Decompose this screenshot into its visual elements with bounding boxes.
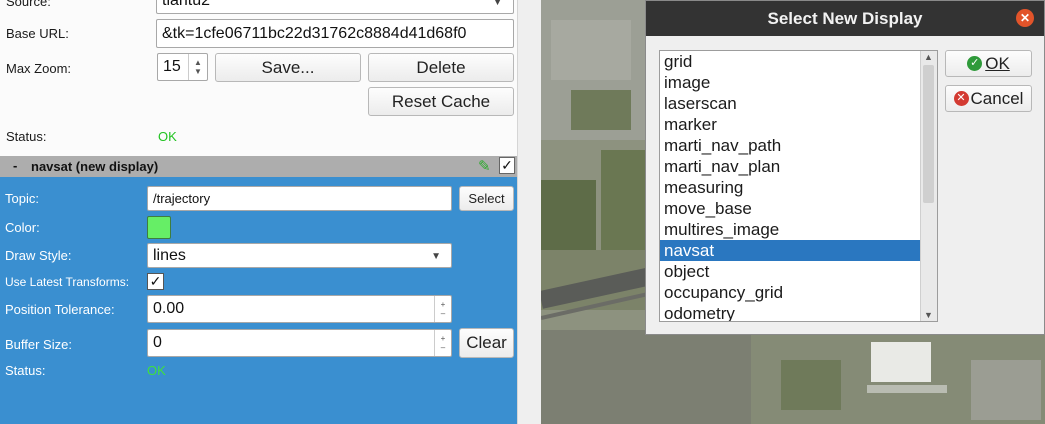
list-item[interactable]: laserscan [660, 93, 922, 114]
color-label: Color: [5, 220, 40, 235]
splitter[interactable] [517, 0, 542, 424]
ok-label: OK [985, 53, 1010, 73]
list-item[interactable]: object [660, 261, 922, 282]
check-icon: ✓ [967, 56, 983, 71]
scroll-down-icon[interactable]: ▼ [924, 310, 933, 320]
display-type-list[interactable]: grid image laserscan marker marti_nav_pa… [659, 50, 938, 322]
chevron-down-icon: ▼ [431, 251, 441, 262]
source-value: tiantu2 [162, 0, 211, 9]
clear-button[interactable]: Clear [459, 328, 514, 358]
list-item[interactable]: grid [660, 51, 922, 72]
list-scrollbar[interactable]: ▲ ▼ [920, 51, 937, 321]
navsat-header-title: navsat (new display) [31, 159, 159, 174]
list-item[interactable]: move_base [660, 198, 922, 219]
dialog-title-bar[interactable]: Select New Display ✕ [646, 1, 1044, 36]
draw-style-dropdown[interactable]: lines ▼ [147, 243, 452, 268]
scrollbar-thumb[interactable] [923, 65, 934, 203]
base-url-label: Base URL: [6, 26, 69, 41]
max-zoom-spinbox[interactable]: 15 ▲ ▼ [157, 53, 208, 81]
spin-arrows-icon[interactable]: ▲ ▼ [188, 54, 207, 80]
reset-cache-button[interactable]: Reset Cache [368, 87, 514, 116]
buffer-size-value: 0 [153, 334, 162, 351]
enable-checkbox[interactable]: ✓ [499, 157, 515, 174]
color-swatch[interactable] [147, 216, 171, 239]
draw-style-value: lines [153, 246, 186, 264]
position-tolerance-spinbox[interactable]: 0.00 + – [147, 295, 452, 323]
cancel-button[interactable]: ✕ Cancel [945, 85, 1032, 112]
close-icon[interactable]: ✕ [1016, 9, 1034, 27]
list-item[interactable]: marker [660, 114, 922, 135]
navsat-status-value: OK [147, 363, 166, 378]
ok-button[interactable]: ✓ OK [945, 50, 1032, 77]
navsat-status-label: Status: [5, 363, 46, 378]
base-url-input[interactable]: &tk=1cfe06711bc22d31762c8884d41d68f0 [156, 19, 514, 48]
pencil-icon[interactable]: ✎ [478, 157, 491, 175]
topic-label: Topic: [5, 191, 39, 206]
save-button[interactable]: Save... [215, 53, 361, 82]
status-label: Status: [6, 129, 47, 144]
spin-arrows-icon[interactable]: + – [434, 296, 451, 322]
draw-style-label: Draw Style: [5, 248, 72, 263]
list-item[interactable]: image [660, 72, 922, 93]
cancel-label: Cancel [970, 88, 1024, 108]
buffer-size-spinbox[interactable]: 0 + – [147, 329, 452, 357]
source-label: Source: [6, 0, 51, 9]
topic-value: /trajectory [153, 191, 211, 206]
list-item[interactable]: occupancy_grid [660, 282, 922, 303]
position-tolerance-label: Position Tolerance: [5, 302, 115, 317]
buffer-size-label: Buffer Size: [5, 337, 72, 352]
max-zoom-label: Max Zoom: [6, 61, 72, 76]
delete-button[interactable]: Delete [368, 53, 514, 82]
list-item[interactable]: marti_nav_plan [660, 156, 922, 177]
select-topic-button[interactable]: Select [459, 186, 514, 211]
chevron-down-icon: ▼ [492, 0, 503, 8]
list-item[interactable]: measuring [660, 177, 922, 198]
source-dropdown[interactable]: tiantu2 ▼ [156, 0, 514, 14]
use-latest-transforms-checkbox[interactable]: ✓ [147, 273, 164, 290]
cancel-icon: ✕ [953, 91, 969, 106]
navsat-header[interactable]: - navsat (new display) ✎ ✓ [0, 156, 517, 177]
select-display-dialog: Select New Display ✕ grid image lasersca… [645, 0, 1045, 335]
position-tolerance-value: 0.00 [153, 300, 185, 317]
dialog-title: Select New Display [767, 8, 923, 28]
topic-input[interactable]: /trajectory [147, 186, 452, 211]
list-item[interactable]: marti_nav_path [660, 135, 922, 156]
list-item-selected[interactable]: navsat [660, 240, 922, 261]
list-item[interactable]: odometry [660, 303, 922, 321]
list-item[interactable]: multires_image [660, 219, 922, 240]
base-url-value: &tk=1cfe06711bc22d31762c8884d41d68f0 [162, 24, 467, 42]
status-value: OK [158, 129, 177, 144]
max-zoom-value: 15 [163, 58, 181, 75]
spin-arrows-icon[interactable]: + – [434, 330, 451, 356]
use-latest-transforms-label: Use Latest Transforms: [5, 275, 130, 289]
scroll-up-icon[interactable]: ▲ [924, 52, 933, 62]
collapse-icon[interactable]: - [13, 158, 17, 173]
